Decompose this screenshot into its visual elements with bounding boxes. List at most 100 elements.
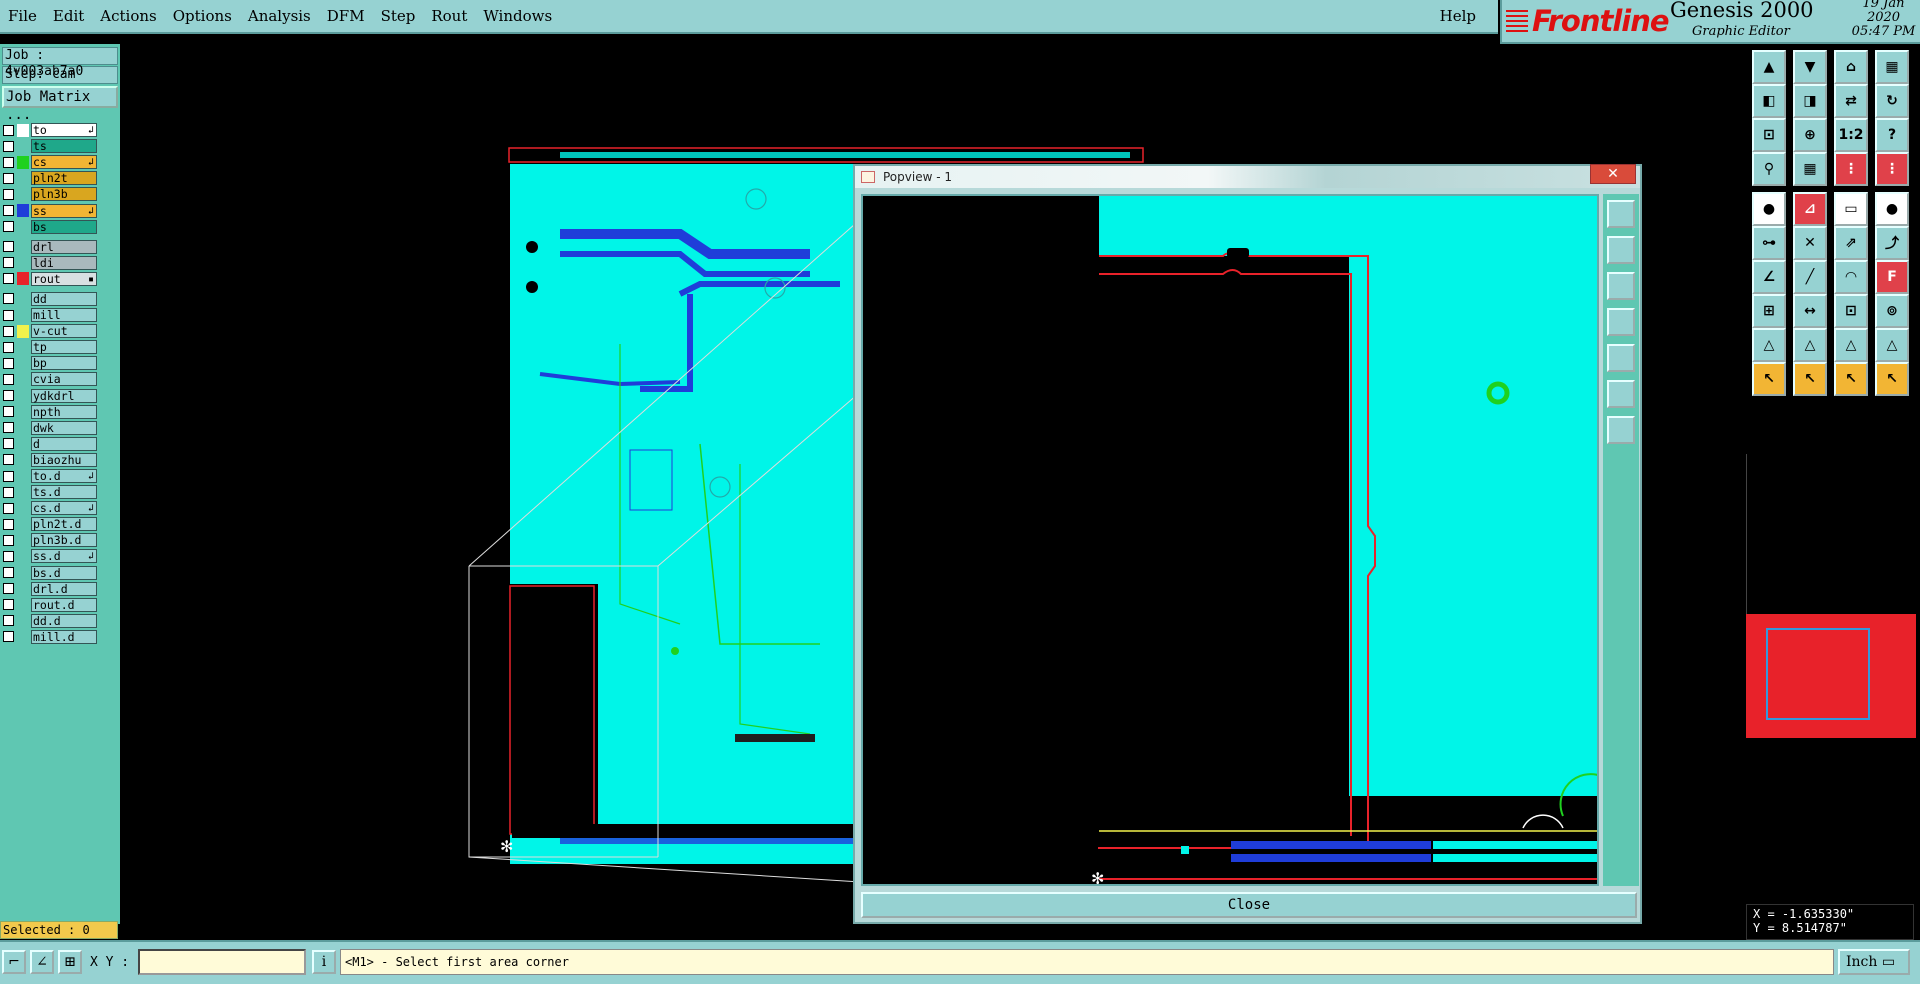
layer-checkbox[interactable] [3,205,14,217]
grid-icon[interactable]: ▦ [1793,152,1827,186]
layer-name[interactable]: biaozhu [31,452,97,467]
layer-color-swatch[interactable] [17,598,29,611]
layer-name[interactable]: mill [31,308,97,323]
layer-checkbox[interactable] [3,631,14,643]
layer-color-swatch[interactable] [17,240,29,253]
overview-map[interactable] [1746,614,1916,738]
layer-checkbox[interactable] [3,567,14,579]
layer-checkbox[interactable] [3,390,14,402]
layer-checkbox[interactable] [3,124,14,136]
shape-icon[interactable]: ⊿ [1793,192,1827,226]
layer-row-biaozhu[interactable]: biaozhu [1,452,118,468]
move-icon[interactable]: ⇗ [1834,226,1868,260]
layer-color-swatch[interactable] [17,324,29,338]
popview-pan-right-button[interactable] [1607,344,1635,372]
layer-checkbox[interactable] [3,257,14,269]
layer-name[interactable]: dwk [31,420,97,435]
top-icon[interactable]: ▲ [1752,50,1786,84]
pointer3-icon[interactable]: ↖ [1834,362,1868,396]
tri4-icon[interactable]: △ [1875,328,1909,362]
layer-checkbox[interactable] [3,140,14,152]
bottom-icon[interactable]: ▼ [1793,50,1827,84]
layer-name[interactable]: rout.d [31,597,97,612]
layer-row-pln2t.d[interactable]: pln2t.d [1,516,118,532]
angle-icon[interactable]: ∠ [1752,260,1786,294]
slash-icon[interactable]: ╱ [1793,260,1827,294]
grid-icon[interactable]: ⊞ [58,950,82,974]
layer-row-cs.d[interactable]: cs.d ↲ [1,500,118,516]
layer-row-drl.d[interactable]: drl.d [1,581,118,597]
layer-row-ydkdrl[interactable]: ydkdrl [1,388,118,404]
layer-name[interactable]: to.d ↲ [31,469,97,484]
filter-icon[interactable]: ⋮ [1875,152,1909,186]
break-icon[interactable]: ⊡ [1834,294,1868,328]
info-icon[interactable]: ⅰ [312,950,336,974]
layer-name[interactable]: tp [31,340,97,355]
layer-row-mill[interactable]: mill [1,307,118,323]
unit-selector[interactable]: Inch ▭ [1838,949,1910,975]
layer-checkbox[interactable] [3,486,14,498]
layer-name[interactable]: bp [31,356,97,371]
layer-row-ts.d[interactable]: ts.d [1,484,118,500]
layer-checkbox[interactable] [3,406,14,418]
layer-name[interactable]: cvia [31,372,97,387]
layer-checkbox[interactable] [3,172,14,184]
layer-name[interactable]: ss.d ↲ [31,549,97,564]
left-icon[interactable]: ◧ [1752,84,1786,118]
layer-checkbox[interactable] [3,438,14,450]
node-icon[interactable]: ⊶ [1752,226,1786,260]
layer-row-dd.d[interactable]: dd.d [1,613,118,629]
layer-row-ts[interactable]: ts [1,138,118,154]
menu-file[interactable]: File [0,7,45,25]
menu-analysis[interactable]: Analysis [240,7,319,25]
tri1-icon[interactable]: △ [1752,328,1786,362]
tri2-icon[interactable]: △ [1793,328,1827,362]
snap-icon[interactable]: ⌐ [2,950,26,974]
layer-row-rout[interactable]: rout ▪ [1,271,118,287]
layer-color-swatch[interactable] [17,123,29,137]
xy-input[interactable] [138,949,306,975]
layer-color-swatch[interactable] [17,534,29,547]
stretch-icon[interactable]: ↔ [1793,294,1827,328]
layer-name[interactable]: ts [31,139,97,154]
layer-row-bs[interactable]: bs [1,219,118,235]
flip-icon[interactable]: ⇄ [1834,84,1868,118]
layer-row-npth[interactable]: npth [1,404,118,420]
select-icon[interactable]: ⋮ [1834,152,1868,186]
layer-row-to.d[interactable]: to.d ↲ [1,468,118,484]
layer-name[interactable]: ydkdrl [31,388,97,403]
layer-name[interactable]: mill.d [31,629,97,644]
measure-icon[interactable]: ∠ [30,950,54,974]
layer-row-cs[interactable]: cs ↲ [1,154,118,170]
layer-row-dd[interactable]: dd [1,291,118,307]
menu-actions[interactable]: Actions [92,7,164,25]
layer-checkbox[interactable] [3,615,14,627]
menu-options[interactable]: Options [165,7,240,25]
menu-rout[interactable]: Rout [423,7,475,25]
layer-checkbox[interactable] [3,550,14,562]
layer-color-swatch[interactable] [17,614,29,627]
fit-icon[interactable]: ⊡ [1752,118,1786,152]
menu-edit[interactable]: Edit [45,7,92,25]
layer-row-mill.d[interactable]: mill.d [1,629,118,645]
layer-name[interactable]: dd.d [31,613,97,628]
layer-checkbox[interactable] [3,357,14,369]
popview-close-button[interactable]: Close [861,892,1637,918]
layer-color-swatch[interactable] [17,172,29,185]
layer-name[interactable]: drl [31,239,97,254]
layer-row-ldi[interactable]: ldi [1,255,118,271]
layer-color-swatch[interactable] [17,140,29,153]
layer-color-swatch[interactable] [17,486,29,499]
layer-row-rout.d[interactable]: rout.d [1,597,118,613]
layer-row-dwk[interactable]: dwk [1,420,118,436]
layer-checkbox[interactable] [3,325,14,337]
layer-name[interactable]: pln3b.d [31,533,97,548]
layer-checkbox[interactable] [3,188,14,200]
layer-name[interactable]: v-cut [31,324,97,339]
layer-checkbox[interactable] [3,422,14,434]
layer-color-swatch[interactable] [17,341,29,354]
layer-checkbox[interactable] [3,454,14,466]
layer-checkbox[interactable] [3,341,14,353]
pointer1-icon[interactable]: ↖ [1752,362,1786,396]
layer-checkbox[interactable] [3,599,14,611]
